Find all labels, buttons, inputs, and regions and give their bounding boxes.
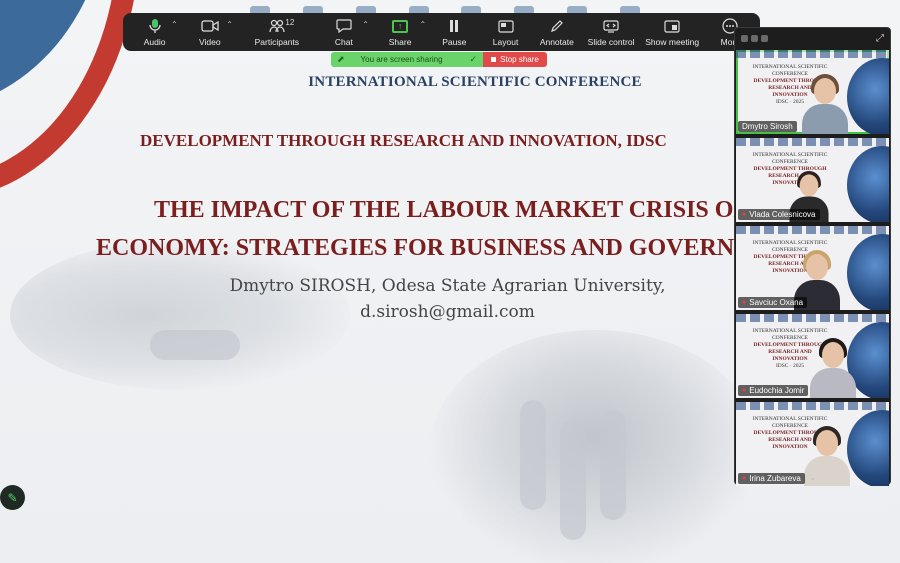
participant-tile[interactable]: INTERNATIONAL SCIENTIFIC CONFERENCE DEVE… [736, 138, 889, 222]
participant-name-tag: Dmytro Sirosh [738, 121, 797, 132]
paper-title-line: THE IMPACT OF THE LABOUR MARKET CRISIS O… [154, 197, 735, 223]
pause-share-button[interactable]: Pause [429, 14, 480, 50]
chevron-up-icon[interactable]: ⌃ [171, 20, 178, 29]
participant-name-tag: ● Vlada Colesnicova [738, 209, 820, 220]
share-screen-icon: ↑ [392, 17, 409, 35]
robot-finger-image [560, 420, 586, 540]
chat-label: Chat [334, 37, 353, 47]
chevron-up-icon[interactable]: ⌃ [226, 20, 233, 29]
pencil-icon [550, 17, 564, 35]
paper-title: THE IMPACT OF THE LABOUR MARKET CRISIS O… [0, 191, 735, 267]
show-meeting-icon [664, 17, 680, 35]
participant-name-tag: ● Eudochia Jomir [738, 385, 809, 396]
author-email: d.sirosh@gmail.com [360, 302, 535, 322]
tile-bg-line: INTERNATIONAL SCIENTIFIC [752, 328, 828, 334]
participant-name: Savciuc Oxana [749, 298, 804, 307]
tile-bg-line: INTERNATIONAL SCIENTIFIC [752, 240, 828, 246]
tile-background-globe [847, 234, 889, 310]
author-info: Dmytro SIROSH, Odesa State Agrarian Univ… [200, 273, 695, 325]
chevron-up-icon[interactable]: ⌃ [362, 20, 369, 29]
tile-background-logos [736, 138, 889, 146]
participant-tile[interactable]: INTERNATIONAL SCIENTIFIC CONFERENCE DEVE… [736, 50, 889, 134]
participants-video-panel: ⤢ INTERNATIONAL SCIENTIFIC CONFERENCE DE… [734, 27, 891, 486]
layout-label: Layout [492, 37, 519, 47]
participant-name: Dmytro Sirosh [742, 122, 793, 131]
participant-name: Vlada Colesnicova [749, 210, 816, 219]
show-meeting-button[interactable]: Show meeting [640, 14, 705, 50]
tile-bg-line: INTERNATIONAL SCIENTIFIC [752, 64, 828, 70]
participants-button[interactable]: 12 Participants [237, 14, 316, 50]
stop-share-button[interactable]: Stop share [483, 52, 547, 67]
video-label: Video [199, 37, 221, 47]
tile-bg-line: CONFERENCE [771, 159, 809, 165]
participant-tile[interactable]: INTERNATIONAL SCIENTIFIC CONFERENCE DEVE… [736, 314, 889, 398]
pause-label: Pause [442, 37, 467, 47]
pause-icon [448, 17, 460, 35]
tile-bg-line: INTERNATIONAL SCIENTIFIC [752, 152, 828, 158]
meeting-toolbar: ⌃ Audio ⌃ Video 12 Participants ⌃ Chat ↑… [123, 13, 760, 51]
participants-label: Participants [254, 37, 300, 47]
tile-background-globe [847, 58, 889, 134]
slide-corner-red-arc [0, 0, 140, 200]
chat-button[interactable]: ⌃ Chat [316, 14, 371, 50]
layout-icon [497, 17, 514, 35]
tile-background-logos [736, 314, 889, 322]
tile-background-logos [736, 402, 889, 410]
microphone-icon [148, 17, 162, 35]
share-button[interactable]: ↑ ⌃ Share [371, 14, 428, 50]
robot-finger-image [520, 400, 546, 510]
robot-finger-image [600, 410, 626, 520]
stop-square-icon [491, 57, 497, 62]
people-icon [269, 17, 285, 35]
annotate-button[interactable]: Annotate [531, 14, 582, 50]
shield-check-icon: ✓ [469, 54, 477, 64]
view-options[interactable] [741, 34, 768, 42]
participant-video [802, 74, 848, 134]
muted-microphone-icon: ● [742, 211, 747, 218]
tile-background-globe [847, 146, 889, 222]
share-label: Share [388, 37, 412, 47]
pin-icon: ⬈ [337, 54, 345, 64]
sharing-status-text: You are screen sharing [360, 55, 443, 64]
author-name: Dmytro SIROSH, Odesa State Agrarian Univ… [229, 276, 666, 296]
scroll-down-button[interactable]: ⌄ [735, 470, 890, 484]
participant-name: Eudochia Jomir [749, 386, 805, 395]
video-button[interactable]: ⌃ Video [182, 14, 237, 50]
expand-icon[interactable]: ⤢ [876, 33, 884, 44]
muted-microphone-icon: ● [742, 299, 747, 306]
tile-background-logos [736, 50, 889, 58]
conference-title: INTERNATIONAL SCIENTIFIC CONFERENCE [308, 74, 642, 90]
participant-tile[interactable]: INTERNATIONAL SCIENTIFIC CONFERENCE DEVE… [736, 226, 889, 310]
tile-bg-line: INTERNATIONAL SCIENTIFIC [752, 416, 828, 422]
muted-microphone-icon: ● [742, 387, 747, 394]
chevron-down-icon: ⌄ [808, 471, 817, 482]
slide-control-label: Slide control [587, 37, 635, 47]
chat-bubble-icon [336, 17, 352, 35]
panel-header: ⤢ [735, 28, 890, 48]
slide-control-button[interactable]: Slide control [582, 14, 639, 50]
audio-label: Audio [143, 37, 166, 47]
conference-subtitle: DEVELOPMENT THROUGH RESEARCH AND INNOVAT… [140, 131, 667, 150]
human-finger-image [150, 330, 240, 360]
view-option-icon[interactable] [761, 34, 768, 42]
slide-control-icon [603, 17, 619, 35]
video-camera-icon [201, 17, 219, 35]
layout-button[interactable]: Layout [480, 14, 531, 50]
view-option-icon[interactable] [741, 34, 748, 42]
paper-title-line: ECONOMY: STRATEGIES FOR BUSINESS AND GOV… [96, 235, 735, 261]
show-meeting-label: Show meeting [645, 37, 700, 47]
chevron-up-icon[interactable]: ⌃ [419, 20, 426, 29]
participant-name-tag: ● Savciuc Oxana [738, 297, 808, 308]
participant-video [810, 338, 856, 398]
annotate-pen-icon[interactable]: ✎ [0, 485, 25, 510]
audio-button[interactable]: ⌃ Audio [127, 14, 182, 50]
stop-share-label: Stop share [500, 55, 539, 64]
annotate-label: Annotate [539, 37, 574, 47]
tile-background-logos [736, 226, 889, 234]
robot-hand-image [430, 330, 760, 563]
sharing-status[interactable]: ⬈ You are screen sharing ✓ [331, 52, 483, 67]
screen-sharing-banner: ⬈ You are screen sharing ✓ Stop share [331, 52, 547, 67]
participants-count: 12 [285, 18, 295, 27]
view-option-icon[interactable] [751, 34, 758, 42]
